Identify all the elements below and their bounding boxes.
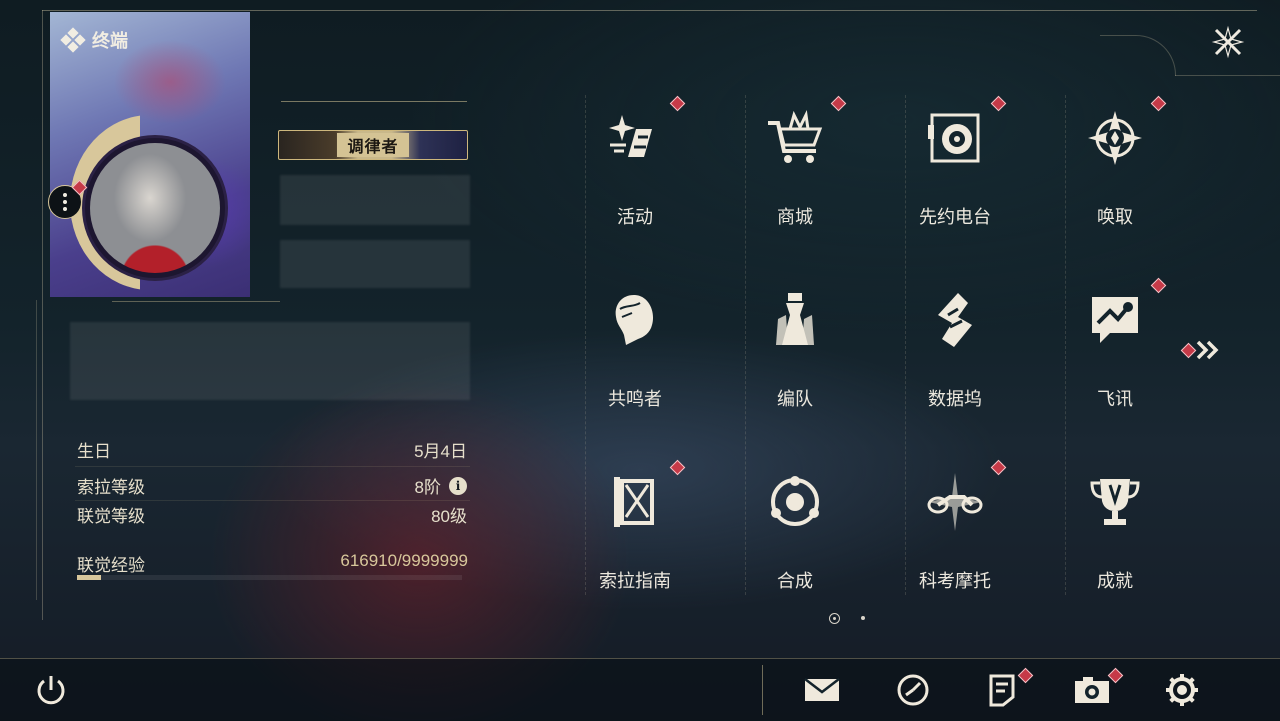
menu-tile-resonators[interactable]: 共鸣者 [555,277,715,459]
notification-badge [1150,95,1167,112]
avatar[interactable] [90,143,220,273]
menu-tile-shop[interactable]: 商城 [715,95,875,277]
menu-tile-label: 索拉指南 [599,571,671,591]
activity-sparkle-icon [609,115,652,157]
synthesis-icon [771,476,819,526]
camera-icon [1075,677,1109,703]
notice-button[interactable] [982,672,1022,708]
terminal-header: 终端 [60,27,128,53]
menu-tile-radio[interactable]: 先约电台 [875,95,1035,277]
player-name-hidden [280,175,470,225]
bottom-separator [762,665,763,715]
diamond-cluster-icon [60,27,86,53]
menu-tile-label: 商城 [777,207,813,227]
menu-tile-motorcycle[interactable]: 科考摩托 [875,459,1035,641]
frame-top-line [42,10,1257,11]
menu-tile-label: 数据坞 [928,389,982,409]
menu-tile-label: 活动 [617,207,653,227]
trophy-icon [1090,479,1140,525]
menu-tile-label: 科考摩托 [919,571,991,591]
frame-left-line [42,10,43,620]
info-icon[interactable]: i [449,476,467,495]
page-indicator-current[interactable] [829,613,840,624]
stat-value-sola-level-row: 8阶 i [415,473,467,498]
compass-star-icon [1088,111,1142,165]
player-id-hidden [280,240,470,288]
clock-icon [897,674,929,706]
notification-badge [990,459,1007,476]
menu-tile-achievements[interactable]: 成就 [1035,459,1195,641]
notification-badge [669,95,686,112]
stat-value-birthday: 5月4日 [414,442,467,461]
menu-tile-team[interactable]: 编队 [715,277,875,459]
chat-message-icon [1092,297,1138,343]
power-icon [37,676,65,705]
close-button[interactable] [1208,22,1248,62]
menu-tile-label: 编队 [777,389,813,409]
signature-hidden[interactable] [70,322,470,400]
power-button[interactable] [31,672,71,708]
next-page-button[interactable] [1195,338,1221,368]
camera-button[interactable] [1072,672,1112,708]
data-dock-icon [938,293,972,347]
stat-label-birthday: 生日 [77,442,111,461]
notification-badge [669,459,686,476]
menu-tile-label: 唤取 [1097,207,1133,227]
page-indicator[interactable] [861,616,865,620]
exp-value: 616910/9999999 [340,551,468,570]
notification-badge [1150,277,1167,294]
mail-button[interactable] [802,672,842,708]
frame-left-line-inner [36,300,37,600]
resonator-head-icon [615,295,654,345]
menu-tile-convene[interactable]: 唤取 [1035,95,1195,277]
settings-button[interactable] [1162,672,1202,708]
clock-button[interactable] [893,672,933,708]
menu-tile-label: 共鸣者 [608,389,662,409]
menu-tile-activity[interactable]: 活动 [555,95,715,277]
motorcycle-icon [927,473,983,531]
menu-tile-label: 飞讯 [1097,389,1133,409]
guide-book-icon [614,477,654,527]
menu-tile-messages[interactable]: 飞讯 [1035,277,1195,459]
notice-icon [989,674,1015,707]
notification-badge [830,95,847,112]
chess-team-icon [776,293,814,345]
frame-right-line [1175,75,1280,76]
more-dots-icon [63,193,67,197]
stat-label-sola-level: 索拉等级 [77,478,145,497]
menu-tile-data-dock[interactable]: 数据坞 [875,277,1035,459]
double-chevron-right-icon [1196,340,1219,360]
frame-curve [1100,35,1176,76]
menu-tile-synthesis[interactable]: 合成 [715,459,875,641]
close-icon [1211,25,1245,59]
title-badge-label: 调律者 [337,133,409,157]
menu-tile-label: 先约电台 [919,207,991,227]
exp-bar-track [77,575,462,580]
card-underline [112,301,280,302]
exp-label: 联觉经验 [77,556,145,575]
settings-gear-icon [1166,674,1198,706]
shop-cart-icon [768,110,823,163]
mail-icon [804,678,840,701]
stat-divider [75,500,470,501]
menu-tile-guidebook[interactable]: 索拉指南 [555,459,715,641]
stat-value-sola-level: 8阶 [414,478,441,497]
title-badge[interactable]: 调律者 [278,130,468,160]
menu-tile-label: 成就 [1097,571,1133,591]
radio-icon [928,113,980,163]
exp-bar-fill [77,575,101,580]
stat-value-union-level: 80级 [431,507,467,526]
menu-tile-label: 合成 [777,571,813,591]
stat-label-union-level: 联觉等级 [77,507,145,526]
notification-badge [990,95,1007,112]
badge-top-line [281,101,467,102]
page-title: 终端 [92,31,128,51]
stat-divider [75,466,470,467]
